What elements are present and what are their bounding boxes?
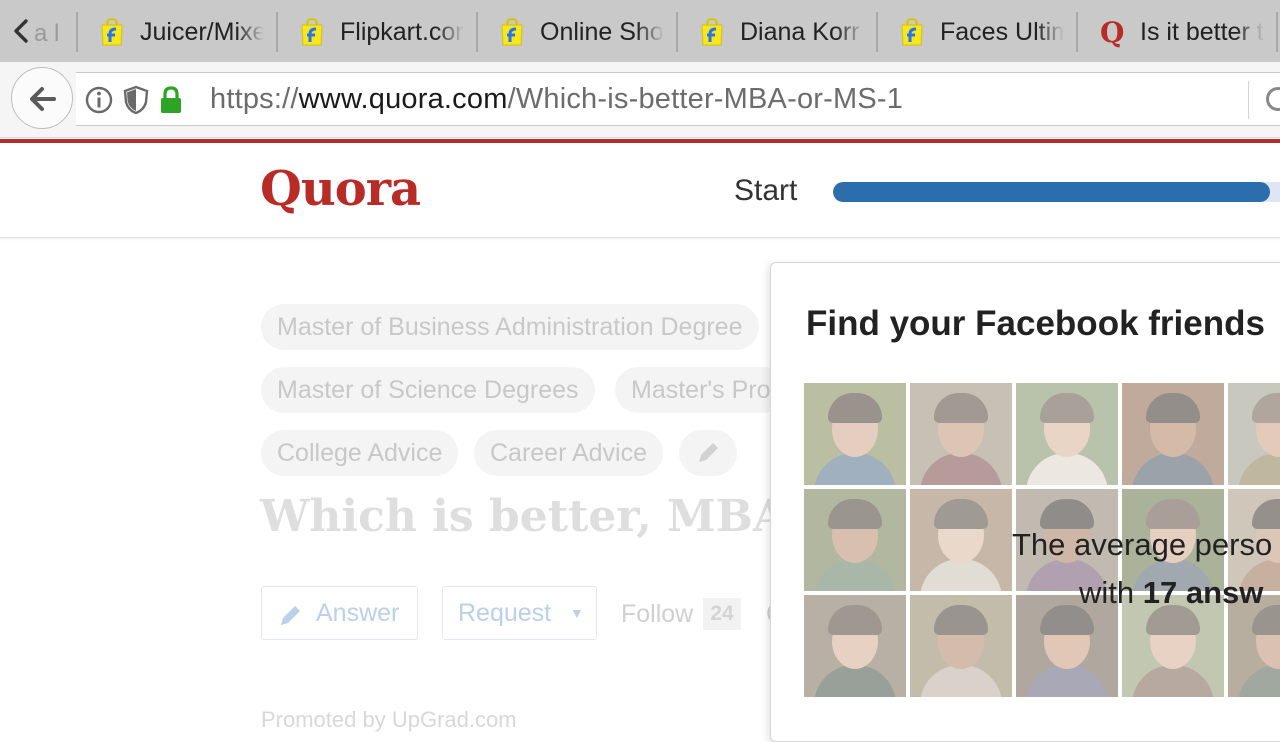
tab-faces-ultime[interactable]: Faces Ultime xyxy=(878,0,1076,62)
tab-title: Is it better to xyxy=(1140,18,1264,46)
url-bar[interactable]: https://www.quora.com/Which-is-better-MB… xyxy=(76,72,1280,126)
url-host: www.quora.com xyxy=(298,83,508,115)
modal-message-line1: The average perso xyxy=(1012,527,1273,562)
flipkart-icon xyxy=(301,17,323,46)
topic-tag[interactable]: Master's Pro xyxy=(615,367,787,413)
tab-flipkart[interactable]: Flipkart.com xyxy=(278,0,476,62)
svg-text:Q: Q xyxy=(1100,16,1124,48)
tab-title: Juicer/Mixer Grinder xyxy=(140,18,264,46)
onboarding-progress-fill xyxy=(833,182,1270,202)
tab-title: Online Shopping xyxy=(540,18,664,46)
tab-online-shopping[interactable]: Online Shopping xyxy=(478,0,676,62)
edit-topics-button[interactable] xyxy=(679,430,737,476)
flipkart-icon xyxy=(901,17,923,46)
navigation-bar: https://www.quora.com/Which-is-better-MB… xyxy=(0,62,1280,138)
follow-count-badge: 24 xyxy=(703,598,741,630)
url-bar-divider xyxy=(1248,81,1249,119)
topic-tag[interactable]: College Advice xyxy=(261,430,459,476)
search-icon[interactable] xyxy=(1266,87,1280,111)
modal-message: The average perso with 17 answ xyxy=(771,527,1280,647)
topic-tag[interactable]: Master of Science Degrees xyxy=(261,367,595,413)
url-scheme: https:// xyxy=(210,83,299,115)
tab-title: Flipkart.com xyxy=(340,18,464,46)
request-button[interactable]: Request ▼ xyxy=(442,586,597,640)
tab-title: Faces Ultime xyxy=(940,18,1064,46)
question-title[interactable]: Which is better, MBA c xyxy=(260,491,829,542)
overflow-tab-ghost: a l xyxy=(34,20,60,47)
site-identity[interactable] xyxy=(84,85,194,115)
answer-button-label: Answer xyxy=(316,599,400,627)
tab-juicer[interactable]: Juicer/Mixer Grinder xyxy=(78,0,276,62)
modal-message-line2-prefix: with xyxy=(1079,575,1143,610)
pencil-icon xyxy=(699,443,718,462)
flipkart-icon xyxy=(501,17,523,46)
promoted-by-label: Promoted by UpGrad.com xyxy=(261,707,517,732)
follow-button[interactable]: Follow xyxy=(621,600,693,629)
answer-button[interactable]: Answer xyxy=(261,586,418,640)
quora-icon: Q xyxy=(1100,16,1124,48)
back-button[interactable] xyxy=(11,67,73,129)
topic-tag[interactable]: Career Advice xyxy=(474,430,664,476)
flipkart-icon xyxy=(101,17,123,46)
request-button-label: Request xyxy=(458,599,552,627)
topic-tag[interactable]: Master of Business Administration Degree xyxy=(261,304,759,350)
tab-divider xyxy=(1276,12,1278,52)
tracking-protection-shield-icon[interactable] xyxy=(122,85,150,120)
onboarding-start-label: Start xyxy=(734,174,798,207)
modal-title: Find your Facebook friends xyxy=(806,304,1265,343)
modal-message-answer-count: 17 answ xyxy=(1142,575,1264,610)
lock-icon[interactable] xyxy=(158,85,184,120)
tab-quora[interactable]: Q Is it better to xyxy=(1078,0,1276,62)
url-text[interactable]: https://www.quora.com/Which-is-better-MB… xyxy=(210,83,903,116)
caret-down-icon: ▼ xyxy=(570,605,584,621)
info-icon[interactable] xyxy=(84,85,114,120)
tab-strip: a l Juicer/Mixer Grinder Flipkart.com On… xyxy=(0,0,1280,62)
quora-header: Quora Start xyxy=(0,143,1280,238)
url-path: /Which-is-better-MBA-or-MS-1 xyxy=(507,83,904,115)
tab-title: Diana Korr xyxy=(740,18,860,46)
tab-diana-korr[interactable]: Diana Korr xyxy=(678,0,876,62)
chevron-left-icon xyxy=(14,19,28,43)
quora-logo[interactable]: Quora xyxy=(260,161,421,217)
pencil-icon xyxy=(281,606,300,625)
find-friends-modal: Find your Facebook friends The average p… xyxy=(770,262,1280,742)
modal-message-line2: with 17 answ xyxy=(1079,575,1263,611)
tab-scroll-left-button[interactable]: a l xyxy=(0,0,74,62)
onboarding-progress-bar xyxy=(833,182,1280,202)
arrow-left-icon xyxy=(30,87,56,111)
flipkart-icon xyxy=(701,17,723,46)
